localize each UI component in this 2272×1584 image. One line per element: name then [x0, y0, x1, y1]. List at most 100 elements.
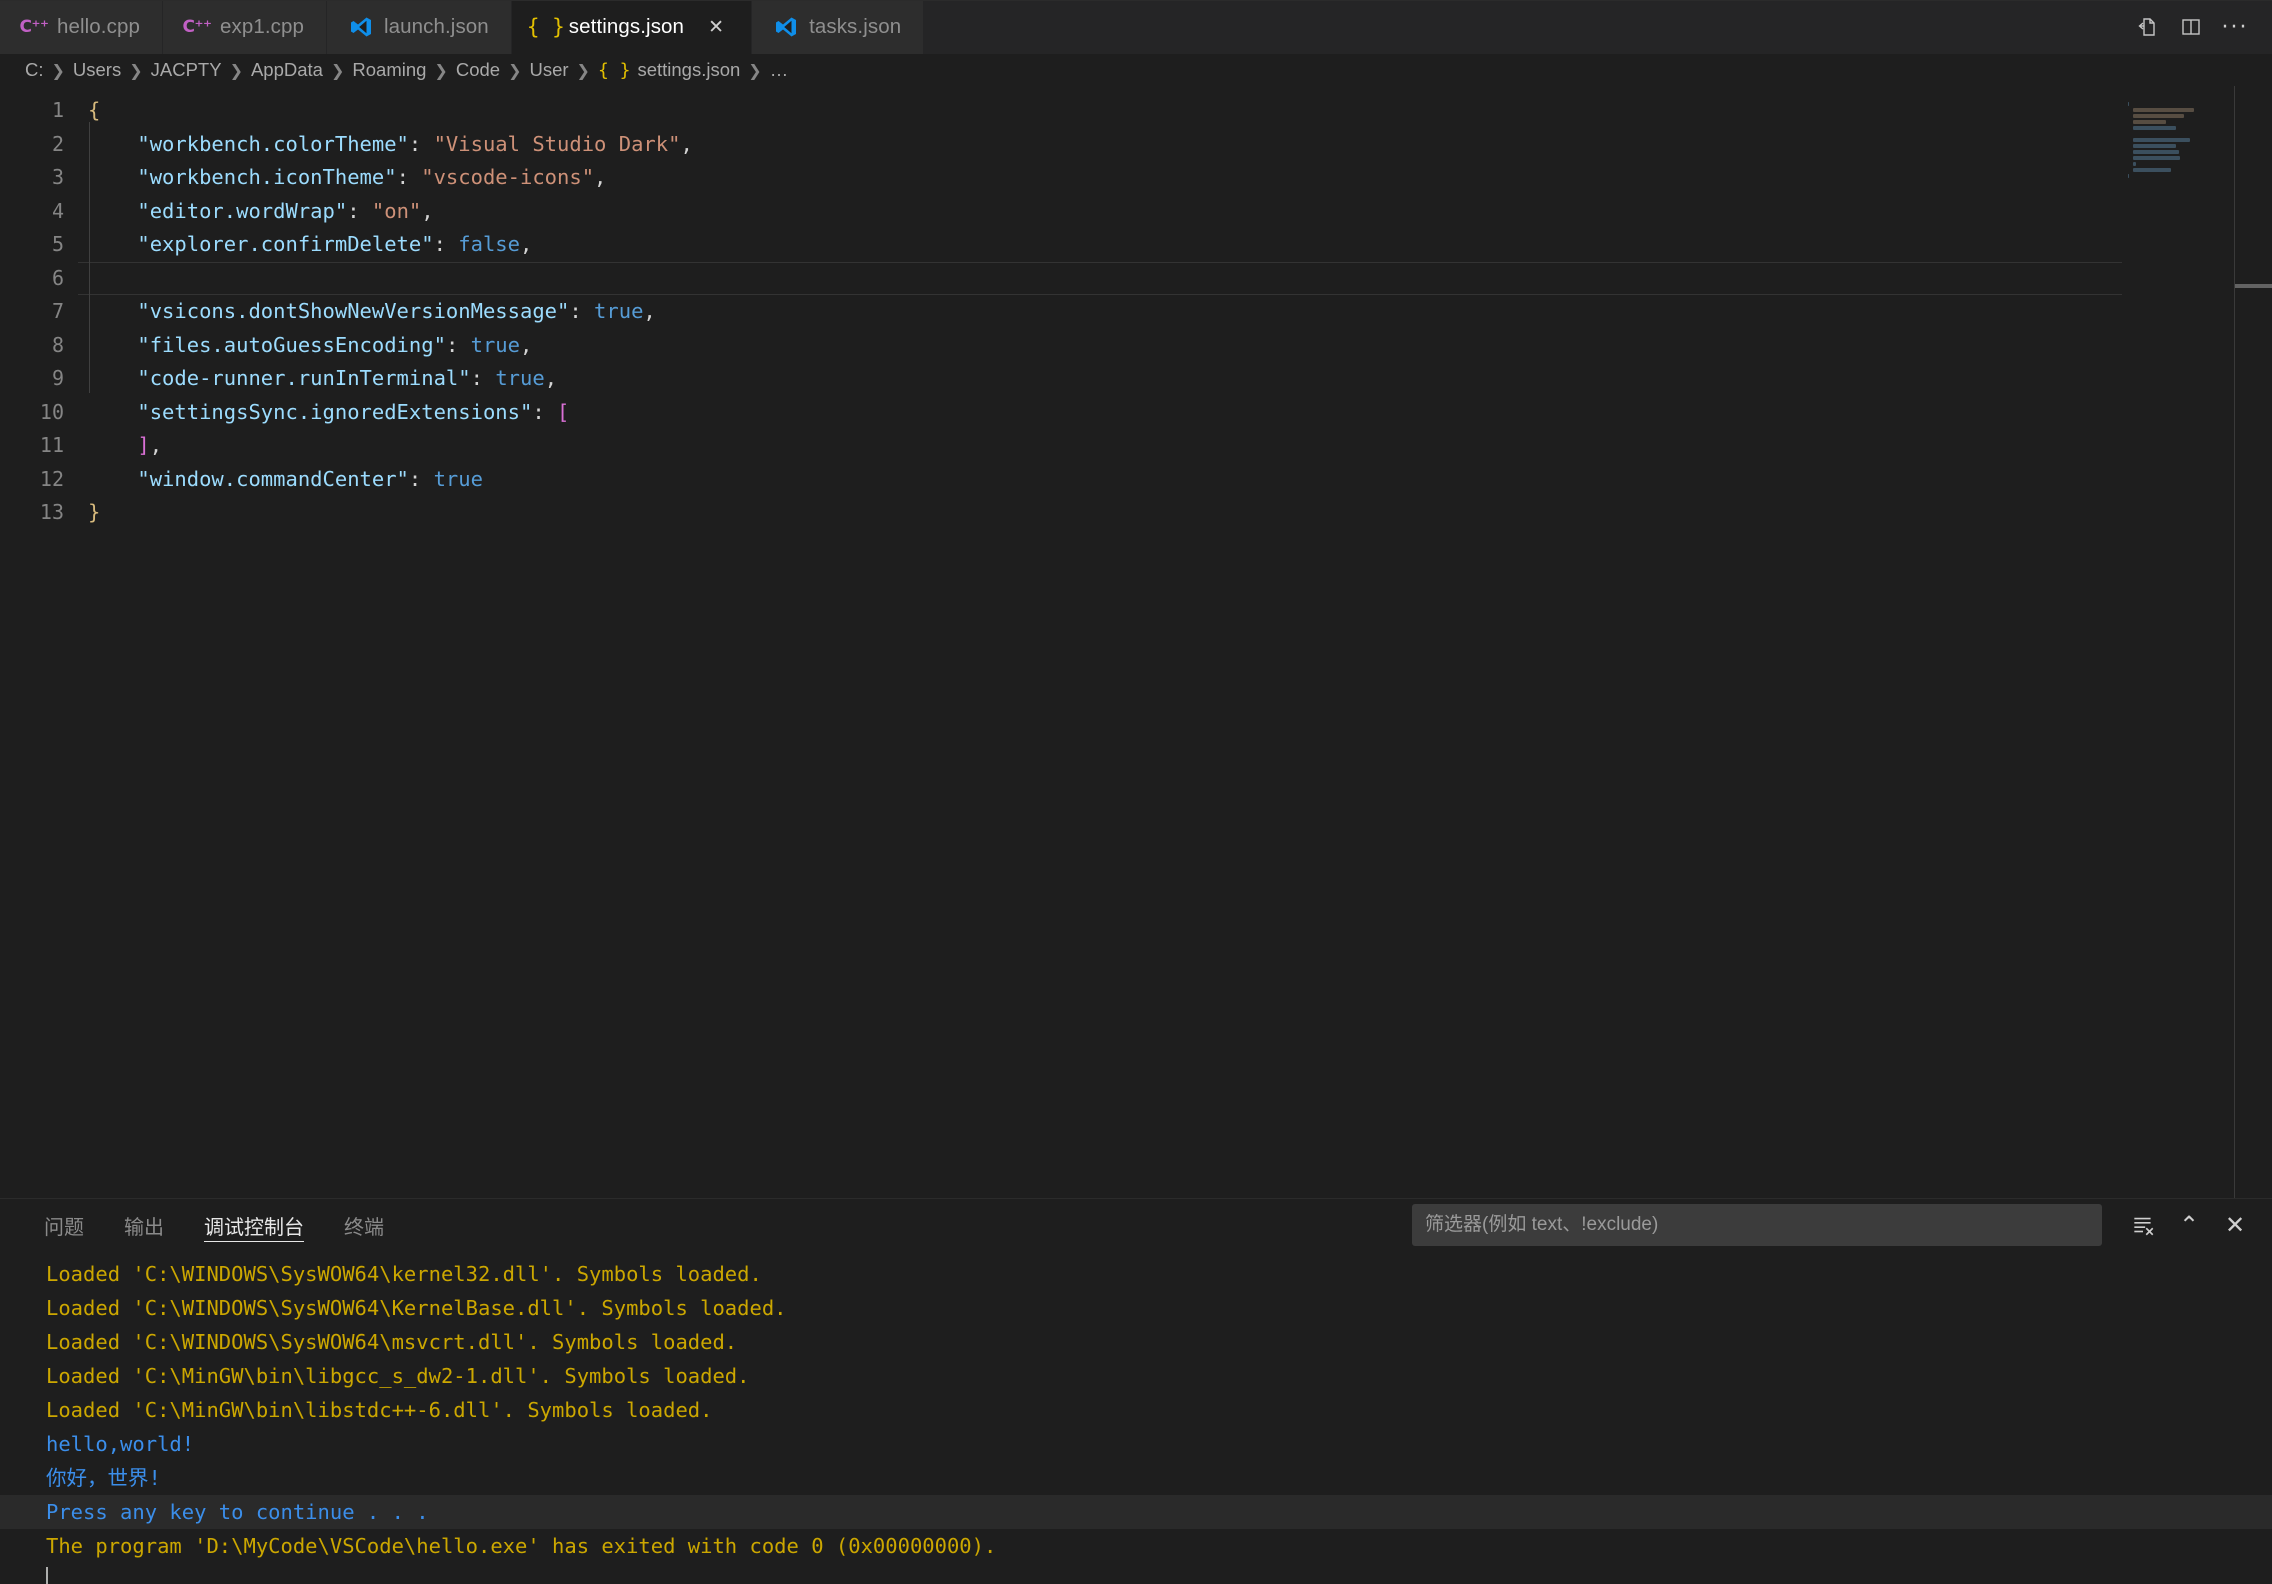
- code-token: :: [446, 333, 471, 357]
- editor-toolbar: ···: [2128, 0, 2272, 54]
- maximize-panel-button[interactable]: ⌃: [2168, 1204, 2210, 1246]
- code-content[interactable]: { "workbench.colorTheme": "Visual Studio…: [78, 86, 2272, 1198]
- editor-tab-exp1-cpp[interactable]: C⁺⁺exp1.cpp: [163, 0, 327, 54]
- console-line-text: Loaded 'C:\WINDOWS\SysWOW64\kernel32.dll…: [46, 1262, 762, 1286]
- code-token: [88, 366, 137, 390]
- line-number: 12: [0, 463, 78, 497]
- line-number: 5: [0, 228, 78, 262]
- code-line-5[interactable]: "explorer.confirmDelete": false,: [78, 228, 2272, 262]
- editor-tab-label: launch.json: [384, 15, 489, 39]
- line-number: 11: [0, 429, 78, 463]
- panel-actions: ⌃ ✕: [1412, 1204, 2272, 1246]
- code-token: ,: [680, 132, 692, 156]
- editor-scrollbar[interactable]: [2234, 86, 2272, 1198]
- code-token: :: [434, 232, 459, 256]
- close-panel-button[interactable]: ✕: [2214, 1204, 2256, 1246]
- console-line-3[interactable]: Loaded 'C:\WINDOWS\SysWOW64\msvcrt.dll'.…: [0, 1325, 2272, 1359]
- debug-console-input[interactable]: [0, 1563, 2272, 1584]
- code-token: "editor.wordWrap": [137, 199, 347, 223]
- code-token: "settingsSync.ignoredExtensions": [137, 400, 532, 424]
- line-number: 13: [0, 496, 78, 530]
- tab-terminal[interactable]: 终端: [324, 1199, 404, 1251]
- clear-console-button[interactable]: [2122, 1204, 2164, 1246]
- filter-input[interactable]: [1425, 1214, 2089, 1236]
- breadcrumb-item-6[interactable]: Code: [453, 59, 503, 81]
- breadcrumb-item-4[interactable]: AppData: [248, 59, 326, 81]
- code-token: ,: [643, 299, 655, 323]
- more-actions-button[interactable]: ···: [2216, 8, 2254, 46]
- breadcrumb-item-8[interactable]: { }settings.json: [595, 59, 743, 81]
- code-token: :: [397, 165, 422, 189]
- code-token: "workbench.iconTheme": [137, 165, 396, 189]
- split-editor-right-button[interactable]: [2172, 8, 2210, 46]
- debug-console-filter[interactable]: [1412, 1204, 2102, 1246]
- breadcrumb-item-7[interactable]: User: [526, 59, 571, 81]
- panel-divider: [0, 0, 2272, 1]
- code-token: ,: [520, 333, 532, 357]
- console-line-2[interactable]: Loaded 'C:\WINDOWS\SysWOW64\KernelBase.d…: [0, 1291, 2272, 1325]
- breadcrumb-item-5[interactable]: Roaming: [349, 59, 429, 81]
- console-line-9[interactable]: The program 'D:\MyCode\VSCode\hello.exe'…: [0, 1529, 2272, 1563]
- code-line-12[interactable]: "window.commandCenter": true: [78, 463, 2272, 497]
- line-number: 1: [0, 94, 78, 128]
- editor-tab-label: settings.json: [569, 15, 684, 39]
- line-number: 6: [0, 262, 78, 296]
- tab-debug-console[interactable]: 调试控制台: [184, 1199, 324, 1251]
- editor-tab-tasks-json[interactable]: tasks.json: [752, 0, 924, 54]
- code-editor[interactable]: 12345678910111213 { "workbench.colorThem…: [0, 86, 2272, 1198]
- cursor-position-marker: [2235, 284, 2272, 288]
- code-token: true: [594, 299, 643, 323]
- line-number: 7: [0, 295, 78, 329]
- bottom-panel: 问题输出调试控制台终端 ⌃ ✕: [0, 1198, 2272, 1584]
- tab-output[interactable]: 输出: [104, 1199, 184, 1251]
- code-token: ]: [137, 433, 149, 457]
- line-number: 9: [0, 362, 78, 396]
- code-token: "workbench.colorTheme": [137, 132, 409, 156]
- code-line-6[interactable]: [78, 262, 2272, 296]
- code-token: :: [409, 467, 434, 491]
- vscode-window: C⁺⁺hello.cppC⁺⁺exp1.cpplaunch.json{ }set…: [0, 0, 2272, 1584]
- console-line-4[interactable]: Loaded 'C:\MinGW\bin\libgcc_s_dw2-1.dll'…: [0, 1359, 2272, 1393]
- breadcrumb-separator-icon: ❯: [429, 61, 452, 80]
- console-line-1[interactable]: Loaded 'C:\WINDOWS\SysWOW64\kernel32.dll…: [0, 1257, 2272, 1291]
- breadcrumb-item-9[interactable]: …: [767, 59, 792, 81]
- console-line-6[interactable]: hello,world!: [0, 1427, 2272, 1461]
- breadcrumb-item-3[interactable]: JACPTY: [148, 59, 225, 81]
- close-tab-icon[interactable]: ✕: [703, 14, 729, 40]
- breadcrumb-separator-icon: ❯: [572, 61, 595, 80]
- code-line-10[interactable]: "settingsSync.ignoredExtensions": [: [78, 396, 2272, 430]
- code-token: false: [458, 232, 520, 256]
- console-line-7[interactable]: 你好，世界!: [0, 1461, 2272, 1495]
- code-line-2[interactable]: "workbench.colorTheme": "Visual Studio D…: [78, 128, 2272, 162]
- panel-tab-label: 输出: [124, 1211, 164, 1240]
- console-line-text: Loaded 'C:\WINDOWS\SysWOW64\msvcrt.dll'.…: [46, 1330, 737, 1354]
- console-line-text: The program 'D:\MyCode\VSCode\hello.exe'…: [46, 1534, 996, 1558]
- code-line-9[interactable]: "code-runner.runInTerminal": true,: [78, 362, 2272, 396]
- debug-console-output[interactable]: Loaded 'C:\WINDOWS\SysWOW64\kernel32.dll…: [0, 1251, 2272, 1584]
- run-or-open-changes-button[interactable]: [2128, 8, 2166, 46]
- code-line-7[interactable]: "vsicons.dontShowNewVersionMessage": tru…: [78, 295, 2272, 329]
- breadcrumb-item-1[interactable]: C:: [22, 59, 47, 81]
- json-braces-icon: { }: [598, 60, 631, 81]
- editor-tab-launch-json[interactable]: launch.json: [327, 0, 512, 54]
- console-line-8[interactable]: Press any key to continue . . .: [0, 1495, 2272, 1529]
- code-line-8[interactable]: "files.autoGuessEncoding": true,: [78, 329, 2272, 363]
- console-line-5[interactable]: Loaded 'C:\MinGW\bin\libstdc++-6.dll'. S…: [0, 1393, 2272, 1427]
- line-number: 8: [0, 329, 78, 363]
- code-token: true: [434, 467, 483, 491]
- code-token: {: [88, 98, 100, 122]
- console-line-text: Loaded 'C:\MinGW\bin\libgcc_s_dw2-1.dll'…: [46, 1364, 750, 1388]
- code-line-1[interactable]: {: [78, 94, 2272, 128]
- tab-problems[interactable]: 问题: [24, 1199, 104, 1251]
- breadcrumb-separator-icon: ❯: [47, 61, 70, 80]
- editor-tab-hello-cpp[interactable]: C⁺⁺hello.cpp: [0, 0, 163, 54]
- breadcrumb-item-2[interactable]: Users: [70, 59, 124, 81]
- editor-tab-settings-json[interactable]: { }settings.json✕: [512, 0, 752, 54]
- code-line-11[interactable]: ],: [78, 429, 2272, 463]
- code-line-13[interactable]: }: [78, 496, 2272, 530]
- console-line-text: Loaded 'C:\MinGW\bin\libstdc++-6.dll'. S…: [46, 1398, 712, 1422]
- code-line-3[interactable]: "workbench.iconTheme": "vscode-icons",: [78, 161, 2272, 195]
- line-number: 2: [0, 128, 78, 162]
- indent-guide: [89, 122, 90, 393]
- code-line-4[interactable]: "editor.wordWrap": "on",: [78, 195, 2272, 229]
